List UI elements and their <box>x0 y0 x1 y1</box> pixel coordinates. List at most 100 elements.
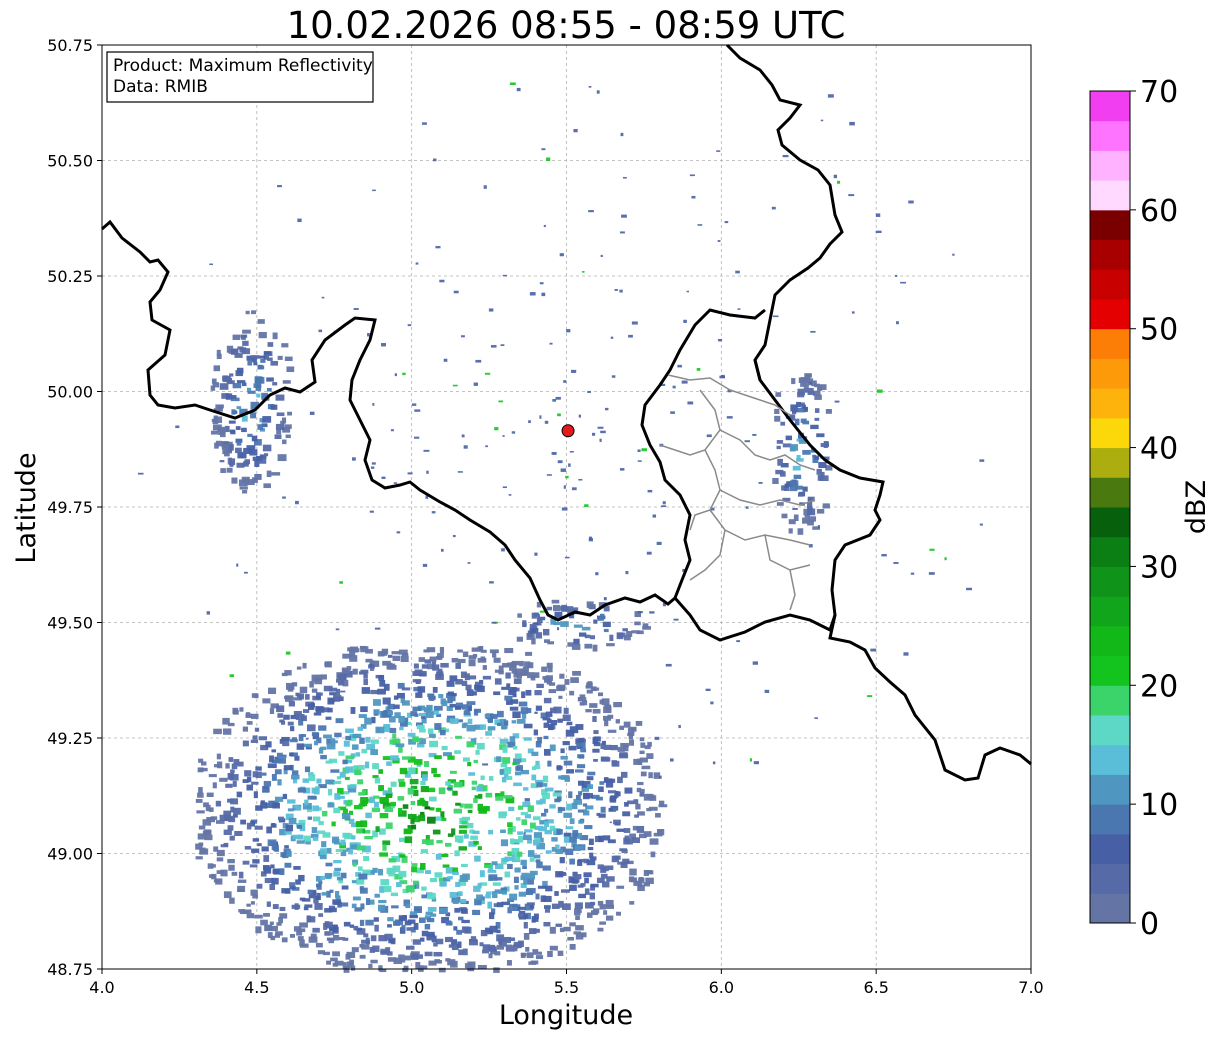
echo-cell <box>216 870 224 874</box>
echo-cell <box>483 805 490 812</box>
echo-cell <box>461 863 468 868</box>
echo-cell <box>533 951 542 955</box>
echo-cell <box>230 769 235 774</box>
echo-cell <box>297 787 306 793</box>
echo-cell <box>606 643 615 647</box>
colorbar-swatch <box>1090 417 1130 449</box>
echo-cell <box>560 889 570 893</box>
echo-cell <box>411 824 417 830</box>
echo-cell <box>444 842 452 847</box>
echo-speckle <box>719 375 725 379</box>
echo-cell <box>216 353 222 360</box>
echo-cell <box>635 720 643 726</box>
echo-cell <box>252 456 262 461</box>
echo-cell <box>456 929 463 935</box>
echo-cell <box>432 686 438 693</box>
echo-cell <box>424 923 431 930</box>
echo-cell <box>251 310 257 315</box>
echo-cell <box>373 709 380 715</box>
echo-cell <box>522 865 527 870</box>
echo-cell <box>597 616 604 621</box>
echo-speckle <box>814 717 818 719</box>
echo-cell <box>246 721 253 725</box>
echo-cell <box>534 690 542 696</box>
echo-cell <box>488 912 495 920</box>
colorbar-swatch <box>1090 804 1130 835</box>
echo-cell <box>322 810 328 817</box>
echo-cell <box>466 741 475 748</box>
echo-cell <box>619 848 628 852</box>
echo-cell <box>424 659 432 664</box>
echo-speckle <box>952 253 955 256</box>
echo-cell <box>597 692 604 697</box>
echo-cell <box>205 804 211 812</box>
echo-cell <box>417 799 426 806</box>
echo-cell <box>416 724 425 730</box>
echo-cell <box>485 927 492 932</box>
echo-cell <box>577 859 583 866</box>
echo-speckle <box>209 263 213 266</box>
echo-cell <box>288 817 297 825</box>
echo-cell <box>628 739 635 746</box>
echo-cell <box>523 834 532 841</box>
echo-cell <box>272 332 278 340</box>
echo-cell <box>544 821 549 828</box>
echo-cell <box>216 849 225 857</box>
echo-speckle <box>414 409 421 412</box>
echo-speckle <box>516 87 521 92</box>
echo-speckle <box>571 369 577 373</box>
echo-speckle <box>809 381 812 385</box>
echo-cell <box>635 803 641 810</box>
echo-cell <box>440 853 449 858</box>
echo-cell <box>269 708 275 714</box>
colorbar-swatch <box>1090 328 1130 359</box>
echo-cell <box>287 799 296 804</box>
echo-cell <box>227 858 235 864</box>
echo-cell <box>260 802 268 809</box>
echo-cell <box>333 859 342 864</box>
echo-cell <box>551 837 558 842</box>
echo-cell <box>572 830 579 837</box>
echo-cell <box>433 942 438 947</box>
echo-cell <box>589 856 597 861</box>
echo-cell <box>245 713 253 718</box>
echo-cell <box>261 772 267 776</box>
echo-cell <box>426 937 436 941</box>
echo-cell <box>598 835 603 843</box>
echo-cell <box>453 781 463 788</box>
echo-cell <box>543 735 549 740</box>
echo-cell <box>398 781 406 787</box>
echo-cell <box>814 408 820 413</box>
echo-cell <box>505 672 511 679</box>
echo-cell <box>361 789 367 794</box>
echo-cell <box>783 487 789 492</box>
echo-cell <box>244 845 252 850</box>
echo-cell <box>460 671 467 678</box>
echo-cell <box>560 621 569 627</box>
echo-cell <box>237 879 247 883</box>
echo-cell <box>518 836 524 843</box>
echo-speckle <box>557 460 563 464</box>
echo-cell <box>468 655 477 660</box>
echo-cell <box>275 423 285 430</box>
echo-cell <box>378 904 385 912</box>
echo-cell <box>398 746 403 753</box>
echo-cell <box>492 891 498 899</box>
echo-cell <box>410 818 415 824</box>
echo-cell <box>565 606 574 612</box>
echo-cell <box>409 914 418 919</box>
echo-cell <box>509 736 516 743</box>
colorbar-swatch <box>1090 299 1130 330</box>
echo-speckle <box>621 214 627 218</box>
echo-cell <box>334 732 342 738</box>
colorbar-swatch <box>1090 150 1130 181</box>
echo-cell <box>401 924 406 931</box>
echo-speckle <box>374 627 381 630</box>
echo-cell <box>463 722 468 727</box>
echo-speckle <box>752 661 759 665</box>
echo-cell <box>557 950 564 956</box>
echo-cell <box>397 807 403 815</box>
echo-cell <box>473 840 479 845</box>
echo-speckle <box>524 798 530 802</box>
echo-cell <box>578 632 587 637</box>
